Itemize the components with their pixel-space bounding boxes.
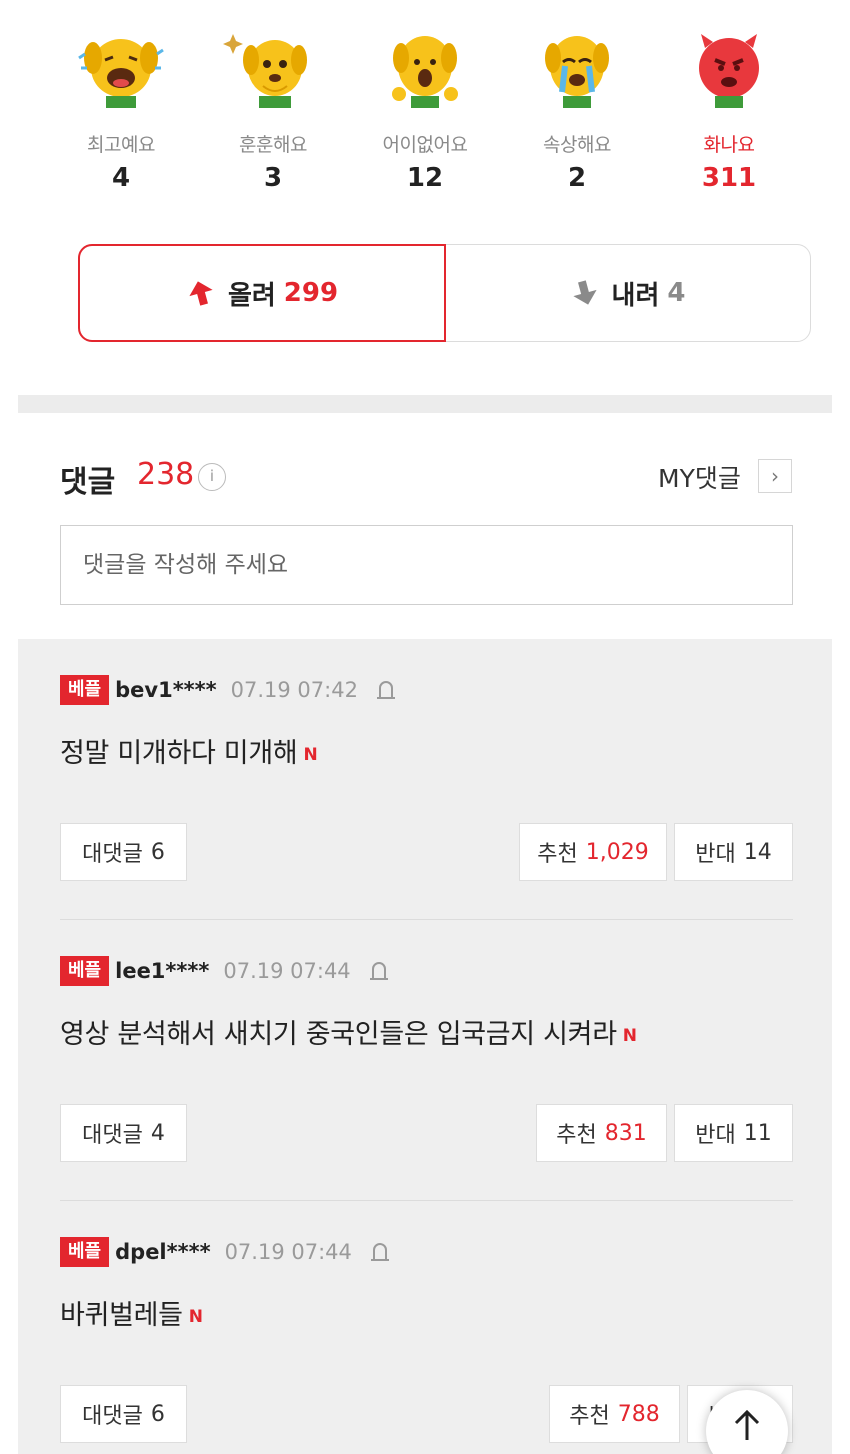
report-siren-icon[interactable] [367,959,391,983]
reply-button[interactable]: 대댓글 4 [60,1104,187,1162]
oppose-count: 14 [743,839,772,865]
vote-up-button[interactable]: 올려 299 [78,244,446,342]
comment-item: 베플 bev1**** 07.19 07:42 정말 미개하다 미개해 N 대댓글… [18,639,832,920]
comment-item: 베플 lee1**** 07.19 07:44 영상 분석해서 새치기 중국인들… [18,920,832,1201]
arrow-up-icon [734,1409,760,1440]
recommend-button[interactable]: 추천 788 [549,1385,680,1443]
reaction-label: 속상해요 [543,134,611,156]
comments-header: 댓글 238 i MY댓글 › [18,413,832,639]
comment-text: 정말 미개하다 미개해 [60,738,298,769]
oppose-count: 11 [743,1120,772,1146]
reactions-section: 최고예요 4 훈훈해요 3 어이없어요 12 속상해요 2 화나요 311 올려… [18,0,832,395]
oppose-button[interactable]: 반대 14 [674,823,793,881]
comment-text: 바퀴벌레들 [60,1300,183,1331]
reply-button[interactable]: 대댓글 6 [60,1385,187,1443]
recommend-label: 추천 [556,1123,597,1148]
comments-title: 댓글 [60,465,116,500]
comment-user[interactable]: dpel**** [115,1240,210,1264]
oppose-label: 반대 [695,842,736,867]
reaction-label: 화나요 [703,134,755,156]
recommend-button[interactable]: 추천 831 [536,1104,667,1162]
best-comment-badge: 베플 [60,956,110,986]
vote-up-count: 299 [283,278,339,308]
reaction-best[interactable]: 최고예요 4 [61,28,181,193]
reaction-speechless[interactable]: 어이없어요 12 [365,28,485,193]
reply-button[interactable]: 대댓글 6 [60,823,187,881]
new-badge-icon: N [303,744,318,765]
report-siren-icon[interactable] [374,678,398,702]
reaction-count: 3 [263,163,283,193]
best-comment-badge: 베플 [60,675,110,705]
recommend-label: 추천 [569,1404,610,1429]
speechless-dog-emoji-icon [392,36,458,108]
comment-text-line: 정말 미개하다 미개해 N [60,731,318,770]
vote-down-button[interactable]: 내려 4 [444,244,811,342]
arrow-up-icon [189,281,213,306]
oppose-label: 반대 [695,1123,736,1148]
reply-count: 6 [150,1401,165,1427]
reply-label: 대댓글 [82,1123,143,1148]
reaction-count: 311 [701,163,757,193]
comments-count: 238 [137,457,195,492]
reply-label: 대댓글 [82,842,143,867]
comment-time: 07.19 07:44 [224,1240,352,1264]
comment-user[interactable]: lee1**** [115,959,209,983]
reaction-label: 최고예요 [87,134,155,156]
info-icon[interactable]: i [198,463,226,491]
reply-count: 4 [150,1120,165,1146]
angry-devil-emoji-icon [699,34,759,108]
best-comment-badge: 베플 [60,1237,110,1267]
comment-time: 07.19 07:44 [223,959,351,983]
reaction-label: 훈훈해요 [239,134,307,156]
reaction-touched[interactable]: 훈훈해요 3 [213,28,333,193]
chevron-right-icon[interactable]: › [758,459,792,493]
reply-count: 6 [150,839,165,865]
comment-user[interactable]: bev1**** [115,678,217,702]
vote-up-label: 올려 [227,280,276,311]
reaction-label: 어이없어요 [382,134,468,156]
recommend-count: 1,029 [585,839,649,865]
recommend-label: 추천 [537,842,578,867]
reaction-count: 2 [567,163,587,193]
vote-down-count: 4 [667,278,686,308]
comment-time: 07.19 07:42 [230,678,358,702]
touched-dog-emoji-icon [223,34,307,108]
recommend-count: 788 [617,1401,660,1427]
report-siren-icon[interactable] [368,1240,392,1264]
comment-text: 영상 분석해서 새치기 중국인들은 입국금지 시켜라 [60,1019,617,1050]
my-comments-link[interactable]: MY댓글 [658,459,741,495]
recommend-button[interactable]: 추천 1,029 [519,823,667,881]
comments-list: 베플 bev1**** 07.19 07:42 정말 미개하다 미개해 N 대댓글… [18,639,832,1454]
recommend-count: 831 [604,1120,647,1146]
crying-dog-emoji-icon [545,36,609,108]
new-badge-icon: N [188,1306,203,1327]
section-divider [18,395,832,413]
comment-text-line: 영상 분석해서 새치기 중국인들은 입국금지 시켜라 N [60,1012,637,1051]
laughing-dog-emoji-icon [78,39,164,108]
reaction-count: 12 [406,163,444,193]
reaction-angry[interactable]: 화나요 311 [669,28,789,193]
vote-down-label: 내려 [611,280,660,311]
reply-label: 대댓글 [82,1404,143,1429]
reaction-count: 4 [111,163,131,193]
comment-text-line: 바퀴벌레들 N [60,1293,203,1332]
comment-input[interactable] [60,525,793,605]
oppose-button[interactable]: 반대 11 [674,1104,793,1162]
reaction-sad[interactable]: 속상해요 2 [517,28,637,193]
arrow-down-icon [572,280,597,305]
new-badge-icon: N [622,1025,637,1046]
